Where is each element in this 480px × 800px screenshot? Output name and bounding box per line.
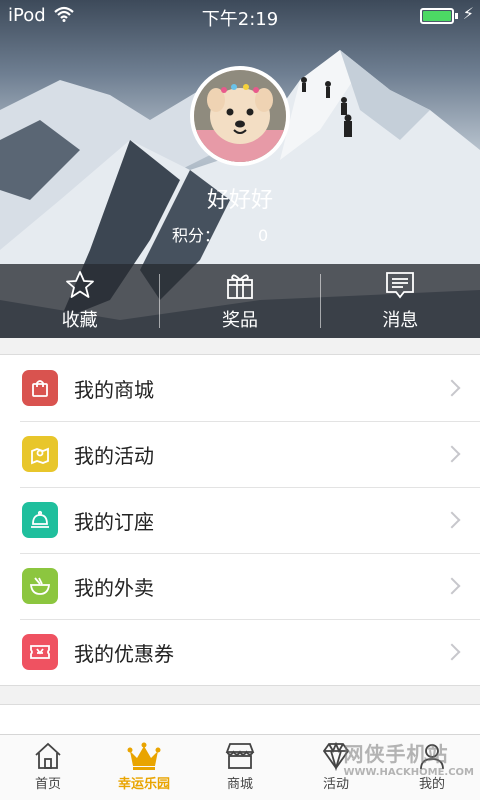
prizes-button[interactable]: 奖品 — [160, 264, 319, 338]
ticket-icon — [22, 634, 58, 670]
menu-item-my-coupons[interactable]: 我的优惠券 — [0, 619, 480, 685]
watermark-text: 网侠手机站 — [343, 742, 449, 766]
menu-label: 我的商城 — [74, 377, 154, 402]
tab-mall[interactable]: 商城 — [192, 735, 288, 800]
points-row: 积分： 0 — [172, 222, 268, 246]
prizes-label: 奖品 — [221, 310, 258, 331]
favorites-label: 收藏 — [61, 310, 98, 331]
home-icon — [33, 739, 63, 773]
profile-header: iPod 下午2:19 ⚡ 好好好 积分： 0 收藏 奖品 消息 — [0, 0, 480, 338]
menu-item-my-activities[interactable]: 我的活动 — [0, 421, 480, 487]
charging-icon: ⚡ — [462, 4, 474, 23]
messages-label: 消息 — [382, 310, 419, 331]
message-icon — [385, 270, 415, 302]
watermark-url: WWW.HACKHOME.COM — [343, 767, 474, 778]
tab-label: 商城 — [226, 777, 253, 792]
chevron-right-icon — [443, 511, 461, 529]
chevron-right-icon — [443, 643, 461, 661]
battery-tip — [455, 13, 458, 19]
watermark: 网侠手机站 WWW.HACKHOME.COM — [343, 738, 474, 778]
menu-label: 我的优惠券 — [74, 641, 174, 666]
menu-item-my-takeout[interactable]: 我的外卖 — [0, 553, 480, 619]
tab-home[interactable]: 首页 — [0, 735, 96, 800]
star-icon — [65, 270, 95, 302]
chevron-right-icon — [443, 379, 461, 397]
menu-label: 我的活动 — [74, 443, 154, 468]
menu-label: 我的外卖 — [74, 575, 154, 600]
battery-icon — [420, 8, 454, 24]
username: 好好好 — [206, 188, 273, 213]
tab-label: 首页 — [34, 777, 61, 792]
tab-lucky-park[interactable]: 幸运乐园 — [96, 735, 192, 800]
next-section — [0, 704, 480, 734]
tab-label: 幸运乐园 — [117, 777, 170, 792]
dog-avatar-image — [194, 70, 286, 162]
store-icon — [224, 739, 256, 773]
menu-label: 我的订座 — [74, 509, 154, 534]
menu-list: 我的商城 我的活动 我的订座 我的外卖 我的优惠券 — [0, 354, 480, 686]
menu-item-my-mall[interactable]: 我的商城 — [0, 355, 480, 421]
chevron-right-icon — [443, 445, 461, 463]
avatar[interactable] — [190, 66, 290, 166]
shopping-bag-icon — [22, 370, 58, 406]
messages-button[interactable]: 消息 — [321, 264, 480, 338]
chevron-right-icon — [443, 577, 461, 595]
quick-actions-bar: 收藏 奖品 消息 — [0, 264, 480, 338]
points-label: 积分： — [172, 226, 221, 245]
menu-item-my-reservations[interactable]: 我的订座 — [0, 487, 480, 553]
gift-icon — [225, 270, 255, 302]
points-value: 0 — [258, 226, 269, 245]
status-bar: iPod 下午2:19 ⚡ — [0, 0, 480, 32]
cloche-icon — [22, 502, 58, 538]
map-pin-icon — [22, 436, 58, 472]
favorites-button[interactable]: 收藏 — [0, 264, 159, 338]
bowl-icon — [22, 568, 58, 604]
crown-icon — [127, 739, 161, 773]
status-time: 下午2:19 — [201, 9, 279, 30]
